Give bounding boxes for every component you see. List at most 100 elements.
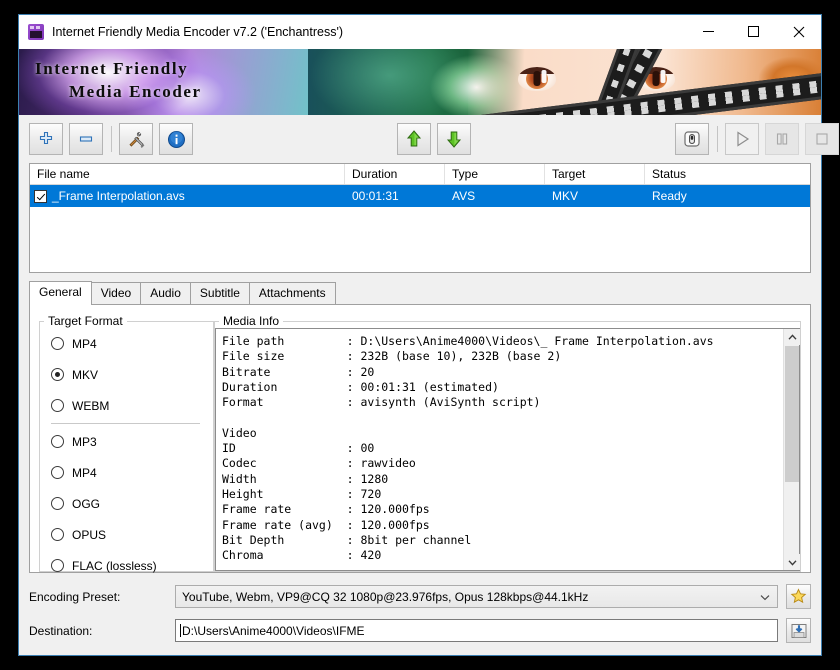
chevron-down-icon xyxy=(760,590,770,604)
destination-label: Destination: xyxy=(29,623,93,638)
encoding-preset-value: YouTube, Webm, VP9@CQ 32 1080p@23.976fps… xyxy=(182,589,589,604)
radio-icon xyxy=(51,435,64,448)
encoding-preset-select[interactable]: YouTube, Webm, VP9@CQ 32 1080p@23.976fps… xyxy=(175,585,778,608)
info-button[interactable] xyxy=(159,123,193,155)
save-preset-button[interactable] xyxy=(786,584,811,609)
column-header-target[interactable]: Target xyxy=(545,164,645,184)
radio-option-mp4-video[interactable]: MP4 xyxy=(40,328,213,359)
target-format-group: Target Format MP4 MKV WEBM MP3 MP4 OGG O… xyxy=(39,314,214,573)
radio-icon xyxy=(51,559,64,572)
tab-strip: General Video Audio Subtitle Attachments xyxy=(29,281,811,305)
radio-label: FLAC (lossless) xyxy=(72,558,157,573)
cell-target: MKV xyxy=(552,189,579,203)
move-down-button[interactable] xyxy=(437,123,471,155)
stop-button[interactable] xyxy=(805,123,839,155)
radio-option-mp4-audio[interactable]: MP4 xyxy=(40,457,213,488)
radio-label: WEBM xyxy=(72,398,110,413)
radio-icon xyxy=(51,497,64,510)
banner-title-line1: Internet Friendly xyxy=(35,59,189,78)
general-tab-panel: Target Format MP4 MKV WEBM MP3 MP4 OGG O… xyxy=(29,304,811,573)
tab-subtitle[interactable]: Subtitle xyxy=(189,282,250,304)
encoding-preset-label: Encoding Preset: xyxy=(29,589,121,604)
chevron-up-icon xyxy=(787,333,797,340)
media-info-legend: Media Info xyxy=(223,314,280,328)
play-button[interactable] xyxy=(725,123,759,155)
toolbar-separator-1 xyxy=(111,126,112,152)
tools-button[interactable] xyxy=(119,123,153,155)
app-banner: Internet Friendly Media Encoder xyxy=(19,49,821,115)
info-icon xyxy=(167,130,185,148)
file-list-header: File name Duration Type Target Status xyxy=(30,164,810,185)
play-icon xyxy=(737,131,750,147)
scroll-down-button[interactable] xyxy=(784,554,800,570)
title-bar: Internet Friendly Media Encoder v7.2 ('E… xyxy=(19,15,821,49)
target-format-legend: Target Format xyxy=(48,314,123,328)
tab-general[interactable]: General xyxy=(29,281,92,305)
window-title: Internet Friendly Media Encoder v7.2 ('E… xyxy=(52,24,344,39)
plus-icon xyxy=(39,131,53,145)
chevron-down-icon xyxy=(787,559,797,566)
radio-label: OPUS xyxy=(72,527,107,542)
radio-label: MP3 xyxy=(72,434,97,449)
encoding-preset-row: Encoding Preset: YouTube, Webm, VP9@CQ 3… xyxy=(29,584,811,609)
clapperboard-icon xyxy=(28,23,44,40)
eject-icon xyxy=(684,131,700,147)
tools-icon xyxy=(128,131,144,148)
radio-label: MP4 xyxy=(72,465,97,480)
cell-filename-text: _Frame Interpolation.avs xyxy=(52,189,185,203)
media-info-box: File path : D:\Users\Anime4000\Videos\_ … xyxy=(215,328,800,571)
maximize-button[interactable] xyxy=(731,15,776,49)
media-info-text: File path : D:\Users\Anime4000\Videos\_ … xyxy=(222,334,714,563)
radio-option-ogg[interactable]: OGG xyxy=(40,488,213,519)
format-group-divider xyxy=(51,423,200,424)
radio-icon-selected xyxy=(51,368,64,381)
green-down-arrow-icon xyxy=(446,131,462,148)
radio-option-mkv[interactable]: MKV xyxy=(40,359,213,390)
banner-title: Internet Friendly Media Encoder xyxy=(35,57,202,103)
tab-attachments[interactable]: Attachments xyxy=(248,282,336,304)
column-header-type[interactable]: Type xyxy=(445,164,545,184)
scrollbar-thumb[interactable] xyxy=(785,346,799,482)
scroll-up-button[interactable] xyxy=(784,329,800,345)
row-checkbox[interactable] xyxy=(34,189,47,203)
file-list[interactable]: File name Duration Type Target Status _F… xyxy=(29,163,811,273)
radio-icon xyxy=(51,399,64,412)
application-window: Internet Friendly Media Encoder v7.2 ('E… xyxy=(18,14,839,656)
pause-button[interactable] xyxy=(765,123,799,155)
column-header-filename[interactable]: File name xyxy=(30,164,345,184)
tab-audio[interactable]: Audio xyxy=(140,282,191,304)
save-folder-icon xyxy=(791,623,806,638)
toolbar-separator-2 xyxy=(717,126,718,152)
main-toolbar xyxy=(19,115,839,163)
radio-icon xyxy=(51,337,64,350)
cell-filename[interactable]: _Frame Interpolation.avs xyxy=(30,185,345,207)
media-info-scrollbar[interactable] xyxy=(783,329,800,570)
column-header-duration[interactable]: Duration xyxy=(345,164,445,184)
green-up-arrow-icon xyxy=(406,130,422,147)
eject-button[interactable] xyxy=(675,123,709,155)
destination-input[interactable]: D:\Users\Anime4000\Videos\IFME xyxy=(175,619,778,642)
table-row[interactable]: _Frame Interpolation.avs 00:01:31 AVS MK… xyxy=(30,185,810,207)
text-caret xyxy=(180,624,181,637)
bottom-settings: Encoding Preset: YouTube, Webm, VP9@CQ 3… xyxy=(19,573,821,655)
minimize-button[interactable] xyxy=(686,15,731,49)
pause-icon xyxy=(776,133,788,145)
radio-label: OGG xyxy=(72,496,101,511)
radio-icon xyxy=(51,466,64,479)
close-button[interactable] xyxy=(776,15,821,49)
destination-value: D:\Users\Anime4000\Videos\IFME xyxy=(182,623,365,638)
column-header-status[interactable]: Status xyxy=(645,164,810,184)
radio-option-mp3[interactable]: MP3 xyxy=(40,426,213,457)
browse-destination-button[interactable] xyxy=(786,618,811,643)
banner-title-line2: Media Encoder xyxy=(69,82,202,101)
destination-row: Destination: D:\Users\Anime4000\Videos\I… xyxy=(29,618,811,643)
radio-option-flac[interactable]: FLAC (lossless) xyxy=(40,550,213,581)
radio-option-opus[interactable]: OPUS xyxy=(40,519,213,550)
add-file-button[interactable] xyxy=(29,123,63,155)
move-up-button[interactable] xyxy=(397,123,431,155)
remove-file-button[interactable] xyxy=(69,123,103,155)
radio-option-webm[interactable]: WEBM xyxy=(40,390,213,421)
stop-icon xyxy=(816,133,828,145)
tab-video[interactable]: Video xyxy=(90,282,142,304)
minus-icon xyxy=(79,136,93,142)
